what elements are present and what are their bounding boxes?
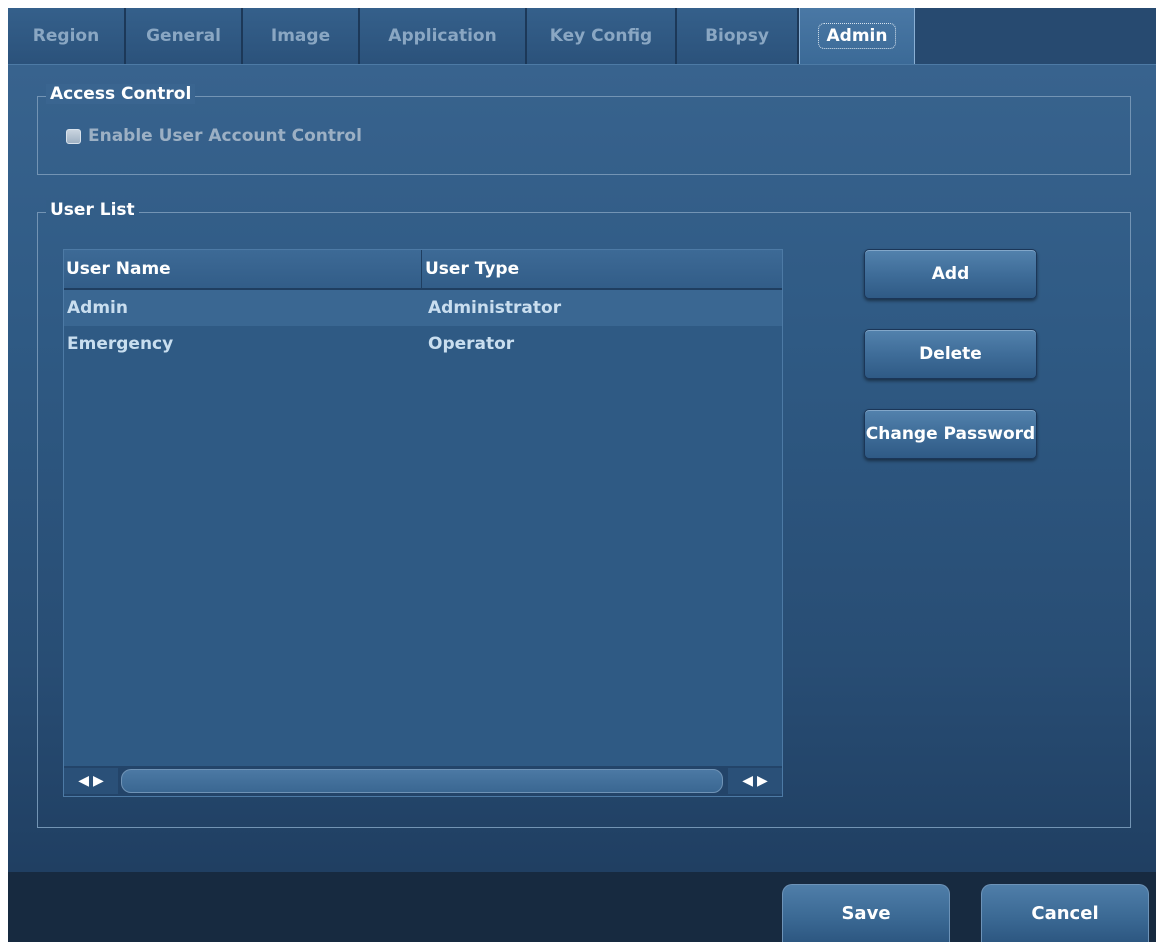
scroll-arrows-right: ◀ ▶ — [728, 768, 782, 794]
tab-region[interactable]: Region — [8, 8, 126, 64]
tab-biopsy[interactable]: Biopsy — [677, 8, 799, 64]
right-arrow-icon[interactable]: ▶ — [93, 773, 104, 789]
user-name-cell: Emergency — [67, 334, 174, 354]
tab-image[interactable]: Image — [243, 8, 360, 64]
access-control-group: Access Control Enable User Account Contr… — [37, 84, 1131, 175]
admin-settings-window: Region General Image Application Key Con… — [8, 8, 1156, 942]
tab-application[interactable]: Application — [360, 8, 527, 64]
tab-general[interactable]: General — [126, 8, 243, 64]
enable-user-account-control-label: Enable User Account Control — [88, 126, 362, 146]
scrollbar-track[interactable] — [121, 769, 723, 793]
tab-label: Key Config — [549, 26, 653, 46]
user-type-cell: Operator — [428, 334, 515, 354]
tab-label: Biopsy — [705, 26, 769, 46]
footer-bar: Save Cancel — [8, 872, 1156, 942]
change-password-button[interactable]: Change Password — [864, 409, 1037, 459]
column-header-user-type[interactable]: User Type — [423, 250, 781, 288]
tab-label: Region — [32, 26, 100, 46]
tab-admin[interactable]: Admin — [799, 8, 915, 64]
access-control-title: Access Control — [46, 84, 196, 104]
table-header: User Name User Type — [64, 250, 782, 290]
add-button[interactable]: Add — [864, 249, 1037, 299]
tab-bar: Region General Image Application Key Con… — [8, 8, 1156, 65]
user-list-title: User List — [46, 200, 139, 220]
left-arrow-icon[interactable]: ◀ — [742, 773, 753, 789]
column-header-user-name[interactable]: User Name — [64, 250, 422, 288]
enable-user-account-control[interactable]: Enable User Account Control — [66, 126, 362, 146]
user-type-cell: Administrator — [428, 298, 562, 318]
table-row[interactable]: Admin Administrator — [64, 290, 782, 326]
cancel-button[interactable]: Cancel — [981, 884, 1149, 942]
enable-user-account-control-checkbox[interactable] — [66, 128, 81, 144]
right-arrow-icon[interactable]: ▶ — [757, 773, 768, 789]
table-row[interactable]: Emergency Operator — [64, 326, 782, 362]
save-button[interactable]: Save — [782, 884, 950, 942]
left-arrow-icon[interactable]: ◀ — [78, 773, 89, 789]
horizontal-scrollbar[interactable]: ◀ ▶ ◀ ▶ — [64, 766, 782, 796]
tab-label: Image — [270, 26, 331, 46]
tab-label: Admin — [817, 23, 897, 49]
delete-button[interactable]: Delete — [864, 329, 1037, 379]
user-name-cell: Admin — [67, 298, 128, 318]
tab-key-config[interactable]: Key Config — [527, 8, 677, 64]
tab-label: General — [146, 26, 221, 46]
user-table: User Name User Type Admin Administrator … — [63, 249, 783, 797]
scroll-arrows-left: ◀ ▶ — [64, 768, 118, 794]
tab-label: Application — [388, 26, 497, 46]
